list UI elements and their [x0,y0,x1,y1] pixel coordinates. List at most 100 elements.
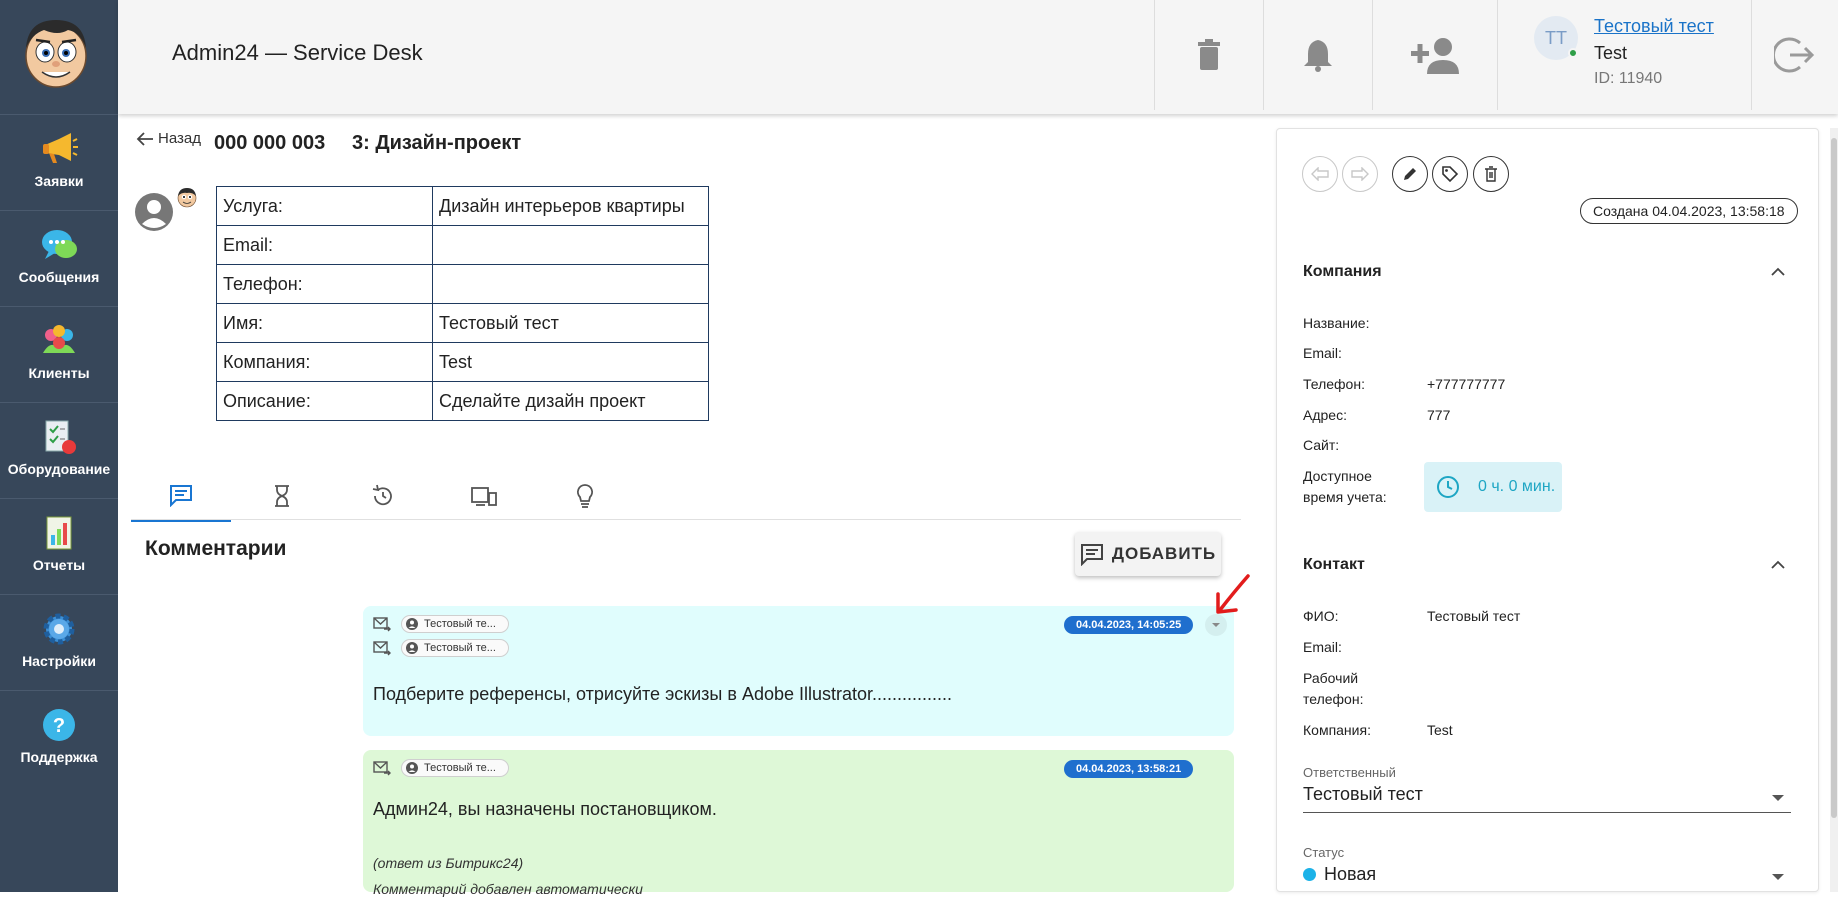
add-user-icon [1411,38,1459,74]
trash-button[interactable] [1155,0,1263,110]
sidebar-item-equipment[interactable]: Оборудование [0,402,118,498]
sidebar-item-reports[interactable]: Отчеты [0,498,118,594]
divider [131,519,1241,520]
company-address-value: 777 [1427,407,1451,423]
field-key: Услуга: [216,186,433,226]
field-value [432,225,709,265]
sidebar-item-label: Сообщения [18,269,100,285]
user-circle-icon [406,618,418,630]
user-company: Test [1594,43,1628,63]
comment-note: (ответ из Битрикс24) [373,855,524,871]
scrollbar-thumb[interactable] [1831,138,1837,818]
user-id: ID: 11940 [1594,70,1663,87]
responsible-value: Тестовый тест [1303,784,1423,804]
status-label: Статус [1303,845,1345,860]
comment-card: Тестовый те... Тестовый те... 04.04.2023… [363,606,1234,736]
company-field-key: Email: [1303,345,1342,361]
lightbulb-icon [577,484,593,508]
back-link[interactable]: Назад [136,130,201,147]
recipient-chip[interactable]: Тестовый те... [401,639,509,657]
chevron-down-icon [1212,623,1220,627]
tab-history[interactable] [333,470,433,522]
status-color-icon [1303,868,1316,881]
comment-recipient-row: Тестовый те... [373,637,509,659]
company-field-key: Сайт: [1303,437,1340,453]
table-row: Услуга: Дизайн интерьеров квартиры [216,186,709,226]
chevron-up-icon[interactable] [1768,262,1788,282]
tab-ideas[interactable] [535,470,635,522]
arrow-left-icon [136,131,153,146]
svg-text:?: ? [53,715,65,737]
sidebar-item-label: Оборудование [7,461,111,477]
sidebar-item-requests[interactable]: Заявки [0,114,118,210]
add-user-button[interactable] [1373,0,1497,110]
contact-section-title: Контакт [1303,556,1365,573]
time-label: время учета: [1303,489,1387,505]
time-label: Доступное [1303,468,1372,484]
logo-face-icon[interactable] [18,14,94,90]
tab-devices[interactable] [434,470,534,522]
recipient-chip[interactable]: Тестовый те... [401,759,509,777]
contact-field-key: ФИО: [1303,608,1339,624]
notifications-button[interactable] [1264,0,1372,110]
mail-forward-icon [373,617,391,632]
time-value: 0 ч. 0 мин. [1478,478,1556,495]
tag-button[interactable] [1432,156,1468,192]
logout-button[interactable] [1752,0,1838,110]
available-time-box: 0 ч. 0 мин. [1424,462,1562,512]
pencil-icon [1404,168,1416,180]
dropdown-caret-icon[interactable] [1772,874,1784,880]
user-circle-icon [406,642,418,654]
responsible-label: Ответственный [1303,765,1396,780]
recipient-name: Тестовый те... [424,762,496,774]
arrow-left-outline-icon [1311,167,1329,181]
contact-company-value: Test [1427,722,1453,738]
recipient-name: Тестовый те... [424,642,496,654]
comment-recipient-row: Тестовый те... [373,613,509,635]
sidebar-item-settings[interactable]: Настройки [0,594,118,690]
tab-comments[interactable] [131,470,231,522]
field-value: Дизайн интерьеров квартиры [432,186,709,226]
prev-ticket-button[interactable] [1302,156,1338,192]
sidebar-item-support[interactable]: ? Поддержка [0,690,118,892]
ticket-title: 3: Дизайн-проект [352,132,522,154]
comment-text: Подберите референсы, отрисуйте эскизы в … [373,684,953,704]
delete-button[interactable] [1473,156,1509,192]
field-value: Тестовый тест [432,303,709,343]
company-field-key: Телефон: [1303,376,1365,392]
ticket-number: 000 000 003 [214,132,326,154]
field-key: Компания: [216,342,433,382]
chevron-up-icon[interactable] [1768,555,1788,575]
edit-button[interactable] [1392,156,1428,192]
user-placeholder-icon [135,193,173,231]
recipient-chip[interactable]: Тестовый те... [401,615,509,633]
dropdown-caret-icon[interactable] [1772,795,1784,801]
sidebar: Заявки Сообщения Клиенты Оборудование От… [0,0,118,892]
field-value [432,264,709,304]
recipient-name: Тестовый те... [424,618,496,630]
field-key: Email: [216,225,433,265]
comment-text: Админ24, вы назначены постановщиком. [373,799,717,819]
field-key: Описание: [216,381,433,421]
equipment-checklist-icon [45,420,76,454]
responsible-select[interactable]: Тестовый тест [1303,784,1423,805]
user-name-link[interactable]: Тестовый тест [1594,16,1714,37]
created-date-badge: Создана 04.04.2023, 13:58:18 [1580,198,1798,224]
divider [1497,0,1498,110]
field-value: Сделайте дизайн проект [432,381,709,421]
table-row: Email: [216,225,709,265]
clock-icon [1437,476,1459,498]
comment-recipient-row: Тестовый те... [373,757,509,779]
field-value: Test [432,342,709,382]
add-comment-button[interactable]: ДОБАВИТЬ [1075,532,1221,576]
next-ticket-button[interactable] [1342,156,1378,192]
sidebar-item-label: Заявки [34,173,84,189]
sidebar-item-messages[interactable]: Сообщения [0,210,118,306]
tab-timer[interactable] [232,470,332,522]
status-select[interactable]: Новая [1303,864,1376,885]
scrollbar[interactable] [1830,128,1838,892]
sidebar-item-label: Отчеты [32,557,86,573]
comment-card: Тестовый те... 04.04.2023, 13:58:21 Адми… [363,750,1234,897]
sidebar-item-clients[interactable]: Клиенты [0,306,118,402]
comment-add-icon [1080,544,1103,566]
